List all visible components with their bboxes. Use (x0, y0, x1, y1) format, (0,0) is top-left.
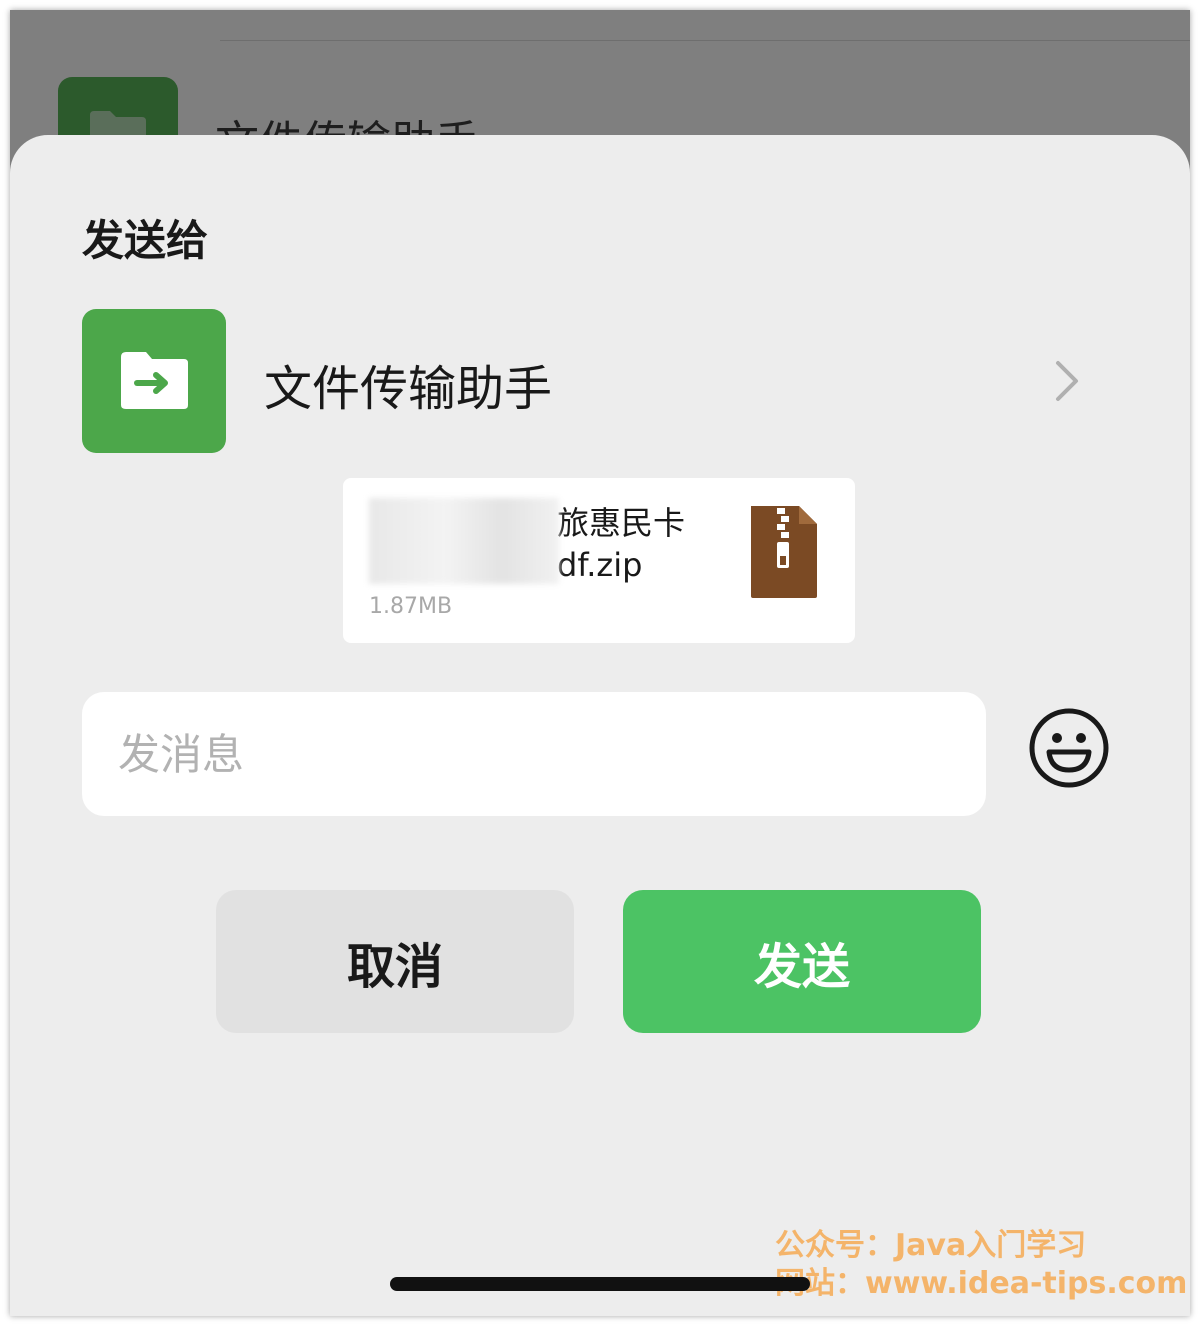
smiley-face-icon[interactable] (1027, 706, 1111, 790)
send-to-sheet: 发送给 文件传输助手 旅惠民卡 df.zip 1.87MB 发消息 取消 发送 … (10, 135, 1190, 1316)
chevron-right-icon (1056, 361, 1078, 401)
file-preview-card: 旅惠民卡 df.zip 1.87MB (343, 478, 855, 643)
folder-arrow-icon (121, 352, 188, 409)
send-button[interactable]: 发送 (623, 890, 981, 1033)
watermark: 公众号：Java入门学习 网站：www.idea-tips.com (775, 1227, 1187, 1303)
background-divider (220, 40, 1190, 41)
recipient-row[interactable]: 文件传输助手 (82, 309, 1092, 453)
zip-file-icon (751, 506, 817, 598)
message-input[interactable] (82, 692, 986, 816)
file-name-blurred-region (369, 498, 559, 584)
watermark-line-1: 公众号：Java入门学习 (775, 1228, 1087, 1263)
screen-frame: 文件传输助手 发送给 文件传输助手 旅惠民卡 df.zip 1.87MB (10, 10, 1190, 1316)
home-indicator[interactable] (390, 1277, 810, 1291)
recipient-avatar (82, 309, 226, 453)
sheet-title: 发送给 (82, 216, 209, 265)
watermark-line-2: 网站：www.idea-tips.com (775, 1266, 1188, 1301)
recipient-name: 文件传输助手 (264, 361, 553, 417)
file-size: 1.87MB (369, 594, 453, 619)
cancel-button[interactable]: 取消 (216, 890, 574, 1033)
